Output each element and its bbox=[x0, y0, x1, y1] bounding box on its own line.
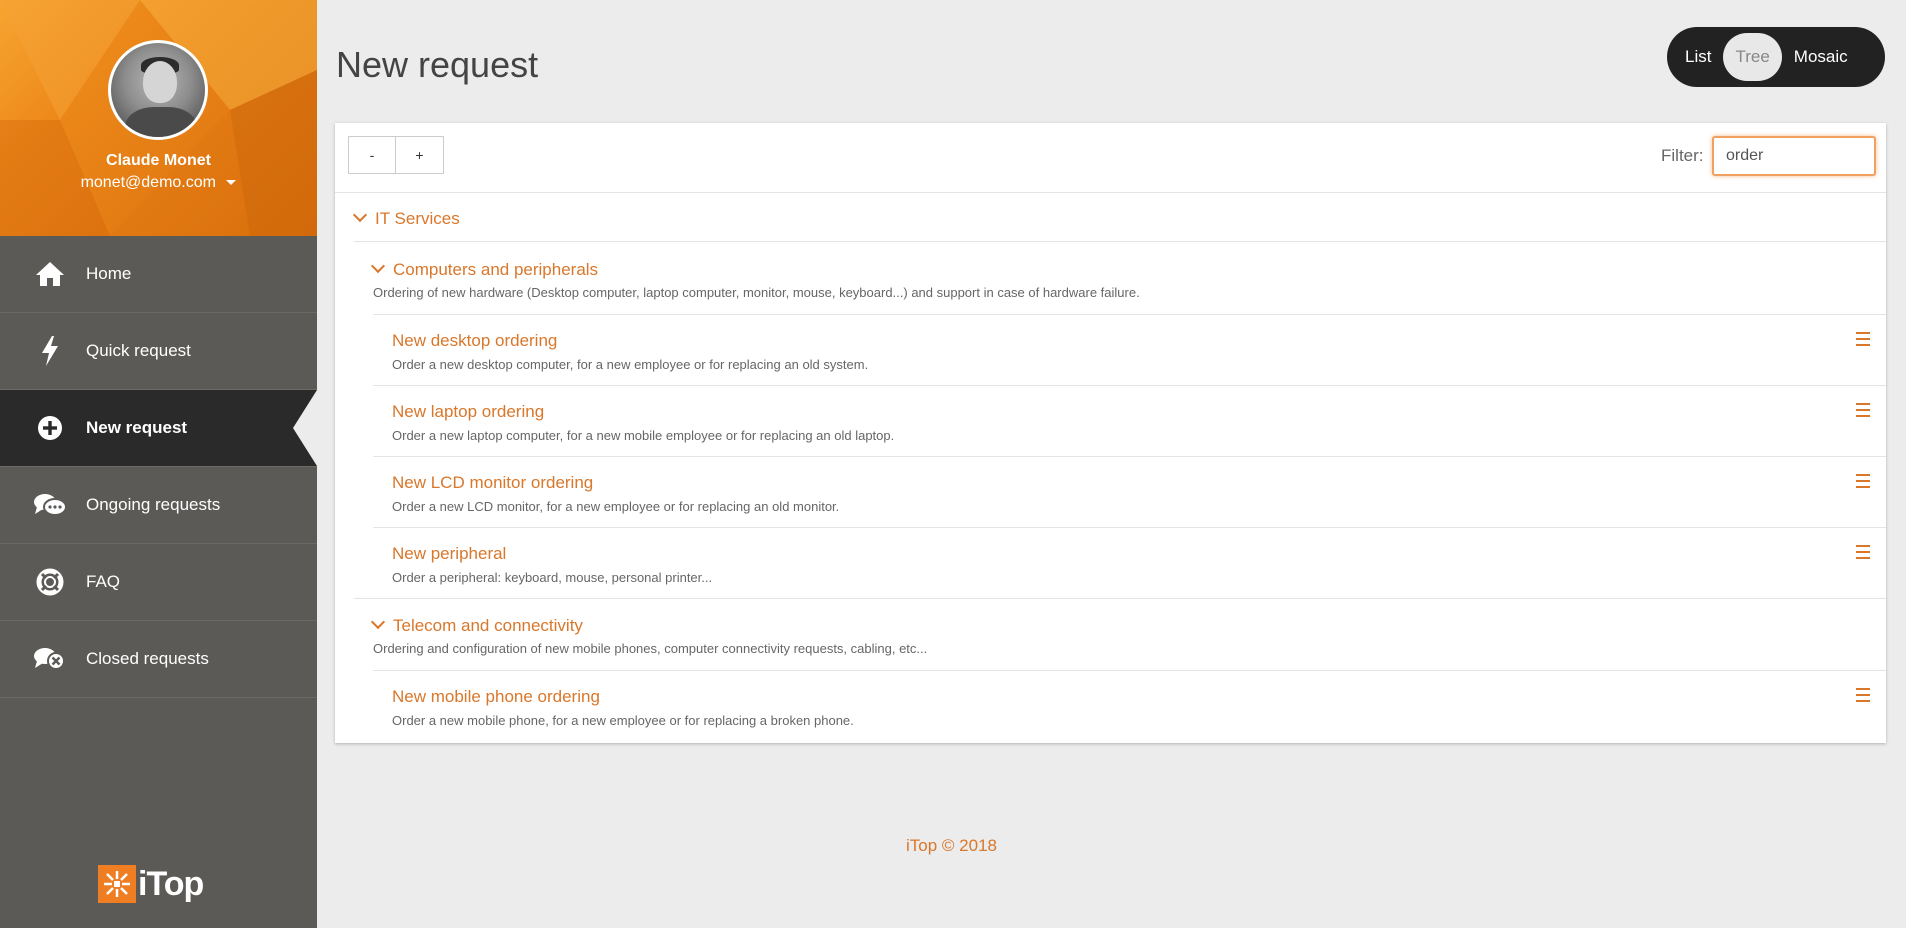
subcategory-description: Ordering and configuration of new mobile… bbox=[373, 641, 928, 656]
subcategory-description: Ordering of new hardware (Desktop comput… bbox=[373, 285, 1140, 300]
service-description: Order a new mobile phone, for a new empl… bbox=[392, 713, 854, 728]
sidebar-item-faq[interactable]: FAQ bbox=[0, 544, 317, 621]
expand-all-button[interactable]: + bbox=[396, 136, 444, 174]
sidebar: Claude Monet monet@demo.com Home Quick r… bbox=[0, 0, 317, 928]
view-mode-toggle: List Tree Mosaic bbox=[1667, 27, 1885, 87]
filter-label: Filter: bbox=[1661, 146, 1704, 165]
divider bbox=[373, 314, 1886, 315]
sidebar-item-label: Closed requests bbox=[86, 649, 209, 668]
lifebuoy-icon bbox=[33, 565, 67, 599]
sidebar-item-new-request[interactable]: New request bbox=[0, 390, 317, 467]
chevron-down-icon bbox=[370, 258, 386, 274]
user-email-text: monet@demo.com bbox=[80, 174, 216, 191]
itop-logo-text: iTop bbox=[138, 864, 204, 903]
service-new-lcd-monitor-ordering[interactable]: New LCD monitor ordering bbox=[392, 473, 593, 493]
user-profile-header: Claude Monet monet@demo.com bbox=[0, 0, 317, 236]
sidebar-item-label: FAQ bbox=[86, 572, 121, 591]
hamburger-menu-icon[interactable] bbox=[1856, 688, 1870, 702]
divider bbox=[373, 670, 1886, 671]
tree-toolbar: - + Filter: bbox=[335, 123, 1886, 193]
avatar[interactable] bbox=[108, 40, 208, 140]
view-tree-button[interactable]: Tree bbox=[1723, 33, 1782, 81]
sidebar-item-closed-requests[interactable]: Closed requests bbox=[0, 621, 317, 698]
hamburger-menu-icon[interactable] bbox=[1856, 545, 1870, 559]
service-description: Order a peripheral: keyboard, mouse, per… bbox=[392, 570, 713, 585]
itop-logo-mark-icon bbox=[98, 865, 136, 903]
service-new-peripheral[interactable]: New peripheral bbox=[392, 544, 506, 564]
page-title: New request bbox=[336, 44, 539, 85]
sidebar-item-quick-request[interactable]: Quick request bbox=[0, 313, 317, 390]
service-new-mobile-phone-ordering[interactable]: New mobile phone ordering bbox=[392, 687, 600, 707]
user-email-dropdown[interactable]: monet@demo.com bbox=[0, 174, 317, 192]
caret-down-icon bbox=[226, 180, 237, 186]
filter-input[interactable] bbox=[1712, 136, 1876, 176]
service-description: Order a new desktop computer, for a new … bbox=[392, 357, 869, 372]
sidebar-item-label: Quick request bbox=[86, 341, 191, 360]
category-label: IT Services bbox=[375, 209, 460, 228]
category-it-services[interactable]: IT Services bbox=[352, 207, 460, 229]
plus-circle-icon bbox=[33, 411, 67, 445]
subcategory-telecom-and-connectivity[interactable]: Telecom and connectivity bbox=[370, 614, 583, 636]
chevron-down-icon bbox=[370, 614, 386, 630]
subcategory-label: Telecom and connectivity bbox=[393, 616, 583, 635]
collapse-all-button[interactable]: - bbox=[348, 136, 396, 174]
hamburger-menu-icon[interactable] bbox=[1856, 474, 1870, 488]
service-tree-panel: - + Filter: IT Services Computers and pe… bbox=[335, 123, 1886, 743]
view-list-button[interactable]: List bbox=[1673, 33, 1723, 81]
service-new-desktop-ordering[interactable]: New desktop ordering bbox=[392, 331, 557, 351]
sidebar-item-label: Ongoing requests bbox=[86, 495, 221, 514]
sidebar-item-label: Home bbox=[86, 264, 132, 283]
hamburger-menu-icon[interactable] bbox=[1856, 332, 1870, 346]
divider bbox=[354, 598, 1886, 599]
sidebar-item-home[interactable]: Home bbox=[0, 236, 317, 313]
chevron-down-icon bbox=[352, 207, 368, 223]
divider bbox=[354, 241, 1886, 242]
divider bbox=[373, 456, 1886, 457]
sidebar-item-ongoing-requests[interactable]: Ongoing requests bbox=[0, 467, 317, 544]
chat-closed-icon bbox=[33, 642, 67, 676]
sidebar-menu: Home Quick request New request Ongoing r… bbox=[0, 236, 317, 698]
subcategory-computers-and-peripherals[interactable]: Computers and peripherals bbox=[370, 258, 599, 280]
home-icon bbox=[33, 257, 67, 291]
lightning-icon bbox=[33, 334, 67, 368]
sidebar-item-label: New request bbox=[86, 418, 188, 437]
collapse-expand-group: - + bbox=[348, 136, 444, 174]
subcategory-label: Computers and peripherals bbox=[393, 260, 599, 279]
divider bbox=[373, 385, 1886, 386]
view-mosaic-button[interactable]: Mosaic bbox=[1782, 33, 1860, 81]
itop-logo[interactable]: iTop bbox=[98, 862, 204, 906]
chat-bubbles-icon bbox=[33, 488, 67, 522]
divider bbox=[373, 527, 1886, 528]
service-description: Order a new LCD monitor, for a new emplo… bbox=[392, 499, 840, 514]
service-new-laptop-ordering[interactable]: New laptop ordering bbox=[392, 402, 544, 422]
hamburger-menu-icon[interactable] bbox=[1856, 403, 1870, 417]
user-name: Claude Monet bbox=[106, 152, 211, 169]
footer-copyright[interactable]: iTop © 2018 bbox=[906, 836, 997, 856]
service-description: Order a new laptop computer, for a new m… bbox=[392, 428, 895, 443]
